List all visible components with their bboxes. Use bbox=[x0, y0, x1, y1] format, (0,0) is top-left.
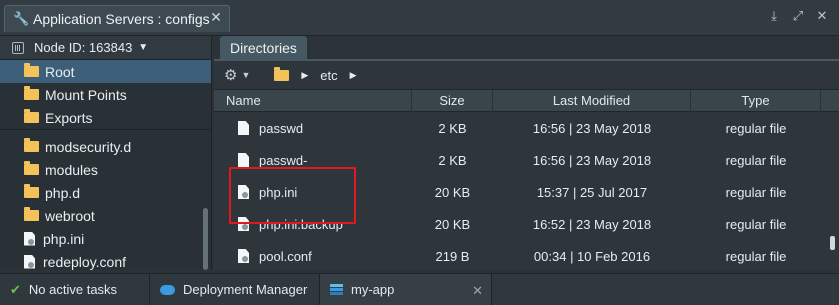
folder-icon bbox=[24, 109, 39, 123]
file-type: regular file bbox=[725, 248, 787, 264]
app-tab[interactable]: my-app ✕ bbox=[320, 273, 492, 305]
tab-directories[interactable]: Directories bbox=[220, 36, 307, 61]
chevron-right-icon: ▶ bbox=[349, 69, 357, 80]
file-type: regular file bbox=[725, 120, 787, 136]
column-type[interactable]: Type bbox=[691, 89, 821, 112]
tree-item-label: webroot bbox=[45, 207, 95, 224]
status-bar: ✔ No active tasks Deployment Manager my-… bbox=[0, 273, 839, 305]
folder-icon bbox=[24, 138, 39, 152]
file-list: passwd 2 KB 16:56 | 23 May 2018 regular … bbox=[214, 112, 839, 272]
cloud-upload-icon bbox=[160, 284, 175, 295]
window-tab[interactable]: 🔧 Application Servers : configs ✕ bbox=[4, 5, 230, 32]
tree-item-php-ini[interactable]: php.ini bbox=[0, 227, 211, 250]
tree-item-php-d[interactable]: php.d bbox=[0, 181, 211, 204]
file-modified: 15:37 | 25 Jul 2017 bbox=[536, 184, 648, 200]
tree-item-label: Mount Points bbox=[45, 86, 127, 103]
close-icon[interactable]: ✕ bbox=[472, 283, 483, 299]
list-scrollbar[interactable] bbox=[830, 236, 835, 250]
file-icon bbox=[238, 153, 249, 167]
file-size: 20 KB bbox=[434, 216, 471, 232]
config-file-icon bbox=[24, 231, 35, 246]
column-last-modified[interactable]: Last Modified bbox=[493, 89, 691, 112]
file-size: 20 KB bbox=[434, 184, 471, 200]
file-modified: 16:56 | 23 May 2018 bbox=[532, 152, 652, 168]
close-icon[interactable]: ✕ bbox=[815, 9, 829, 23]
file-tree: Root Mount Points Exports modsecurity.d … bbox=[0, 60, 211, 273]
tree-scrollbar[interactable] bbox=[203, 208, 208, 270]
server-icon bbox=[12, 41, 24, 54]
config-file-icon bbox=[238, 249, 249, 263]
folder-icon[interactable] bbox=[274, 66, 290, 81]
file-name: passwd- bbox=[259, 152, 308, 168]
window-title: Application Servers : configs bbox=[33, 11, 210, 27]
highlight-box bbox=[229, 167, 356, 224]
file-modified: 16:52 | 23 May 2018 bbox=[532, 216, 652, 232]
window-titlebar: 🔧 Application Servers : configs ✕ ⤓ ⤢ ✕ bbox=[0, 0, 839, 36]
file-icon bbox=[238, 121, 249, 135]
folder-icon bbox=[24, 161, 39, 175]
directory-toolbar: ⚙ ▼ ▶ etc ▶ bbox=[214, 61, 839, 90]
tree-item-mount-points[interactable]: Mount Points bbox=[0, 83, 211, 106]
folder-icon bbox=[24, 184, 39, 198]
tree-item-label: modsecurity.d bbox=[45, 138, 132, 155]
wrench-icon: 🔧 bbox=[13, 11, 30, 26]
tree-item-exports[interactable]: Exports bbox=[0, 106, 211, 129]
tree-item-label: php.ini bbox=[43, 230, 85, 247]
node-selector[interactable]: Node ID: 163843 ▼ bbox=[0, 36, 211, 60]
tree-item-redeploy-conf[interactable]: redeploy.conf bbox=[0, 250, 211, 273]
expand-icon[interactable]: ⤢ bbox=[791, 9, 805, 23]
window-controls: ⤓ ⤢ ✕ bbox=[767, 9, 829, 23]
file-modified: 16:56 | 23 May 2018 bbox=[532, 120, 652, 136]
column-size[interactable]: Size bbox=[412, 89, 493, 112]
deploy-label: Deployment Manager bbox=[183, 282, 308, 297]
file-type: regular file bbox=[725, 152, 787, 168]
panel-tabs: Directories bbox=[214, 36, 839, 61]
tasks-label: No active tasks bbox=[28, 282, 118, 297]
file-size: 2 KB bbox=[438, 120, 467, 136]
tree-item-root[interactable]: Root bbox=[0, 60, 211, 83]
file-tree-panel: Node ID: 163843 ▼ Root Mount Points Expo… bbox=[0, 36, 212, 270]
close-tab-button[interactable]: ✕ bbox=[209, 10, 223, 24]
download-icon[interactable]: ⤓ bbox=[767, 9, 781, 23]
tree-item-webroot[interactable]: webroot bbox=[0, 204, 211, 227]
folder-icon bbox=[24, 86, 39, 100]
tree-item-label: redeploy.conf bbox=[43, 253, 127, 270]
check-icon: ✔ bbox=[10, 281, 21, 297]
tree-item-label: modules bbox=[45, 161, 98, 178]
tree-item-modsecurity[interactable]: modsecurity.d bbox=[0, 135, 211, 158]
environment-icon bbox=[330, 284, 343, 295]
directory-panel: Directories ⚙ ▼ ▶ etc ▶ Name Size Last M… bbox=[214, 36, 839, 270]
deployment-manager-tab[interactable]: Deployment Manager bbox=[150, 273, 320, 305]
tree-item-label: Root bbox=[45, 63, 75, 80]
file-size: 2 KB bbox=[438, 152, 467, 168]
file-size: 219 B bbox=[435, 248, 470, 264]
tree-item-label: php.d bbox=[45, 184, 81, 201]
column-name[interactable]: Name bbox=[214, 89, 412, 112]
folder-icon bbox=[24, 207, 39, 221]
tasks-status[interactable]: ✔ No active tasks bbox=[0, 273, 150, 305]
node-label: Node ID: 163843 bbox=[34, 40, 133, 55]
tree-item-modules[interactable]: modules bbox=[0, 158, 211, 181]
table-header: Name Size Last Modified Type bbox=[214, 89, 839, 112]
file-modified: 00:34 | 10 Feb 2016 bbox=[533, 248, 651, 264]
table-row[interactable]: pool.conf 219 B 00:34 | 10 Feb 2016 regu… bbox=[214, 240, 839, 272]
chevron-down-icon: ▼ bbox=[138, 42, 149, 53]
config-file-icon bbox=[24, 254, 35, 269]
gear-icon[interactable]: ⚙ bbox=[224, 66, 237, 84]
folder-icon bbox=[24, 63, 39, 77]
file-name: passwd bbox=[259, 120, 304, 136]
tree-item-label: Exports bbox=[45, 109, 93, 126]
chevron-right-icon: ▶ bbox=[301, 69, 309, 80]
breadcrumb-etc[interactable]: etc bbox=[320, 68, 337, 83]
table-row[interactable]: passwd 2 KB 16:56 | 23 May 2018 regular … bbox=[214, 112, 839, 144]
file-type: regular file bbox=[725, 216, 787, 232]
chevron-down-icon[interactable]: ▼ bbox=[241, 70, 250, 80]
file-type: regular file bbox=[725, 184, 787, 200]
app-label: my-app bbox=[351, 282, 395, 297]
file-name: pool.conf bbox=[259, 248, 312, 264]
